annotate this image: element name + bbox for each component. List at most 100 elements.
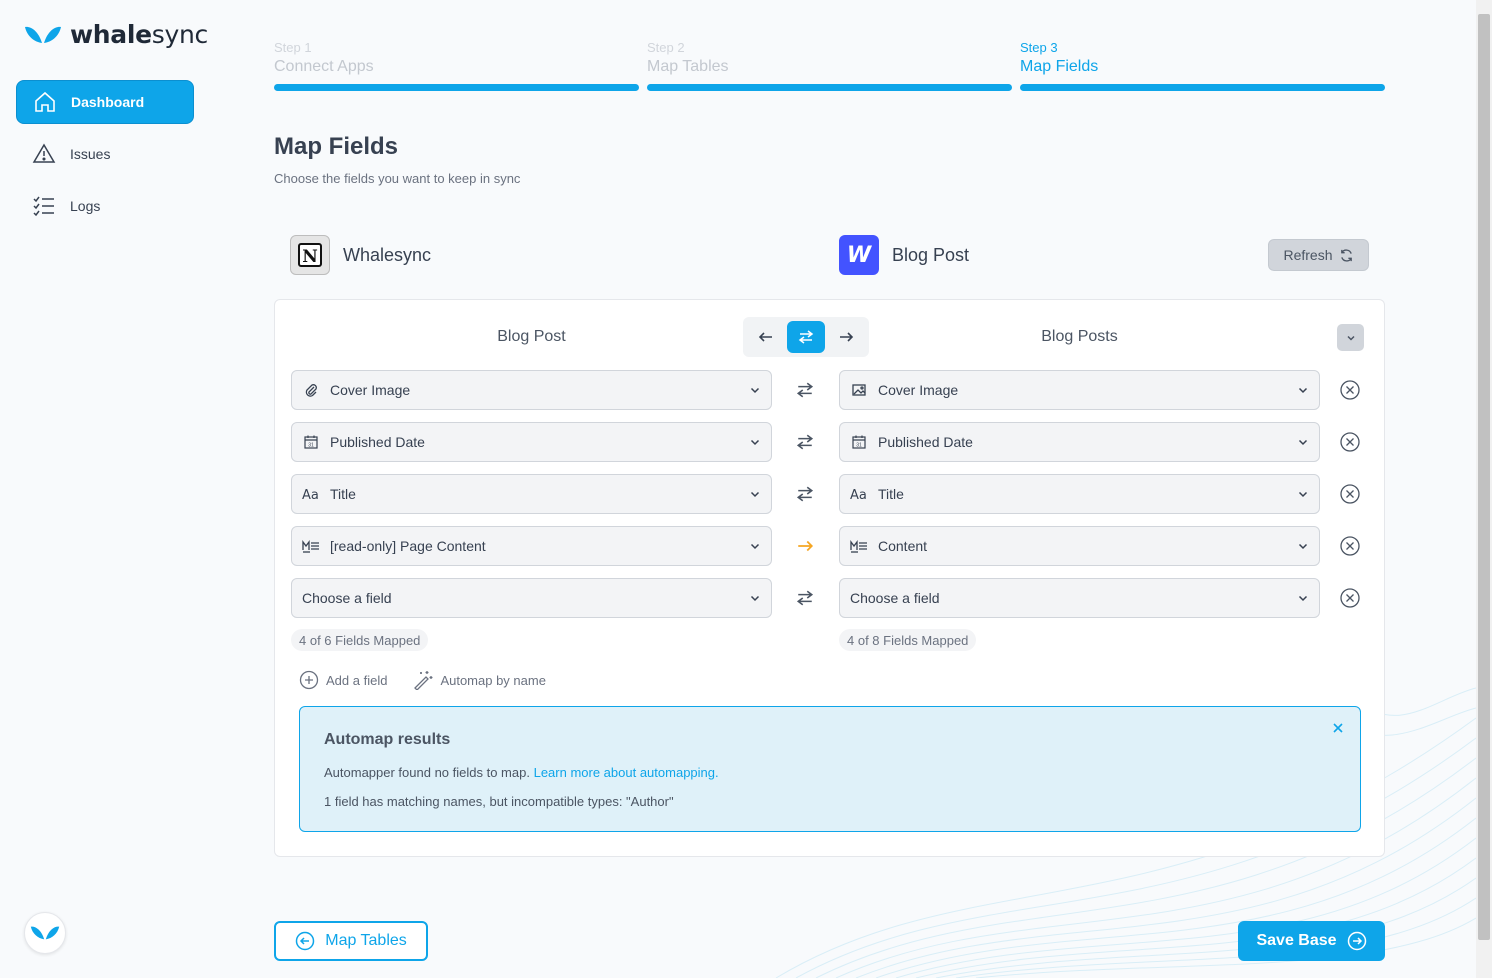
logo[interactable]: whalesync — [24, 20, 208, 49]
sync-direction-toggle — [743, 317, 869, 357]
two-way-sync-icon[interactable] — [796, 485, 814, 503]
alert-title: Automap results — [324, 731, 451, 748]
warning-icon — [32, 143, 56, 163]
save-label: Save Base — [1256, 932, 1337, 949]
step-label: Map Tables — [647, 58, 729, 75]
refresh-button[interactable]: Refresh — [1268, 239, 1369, 271]
remove-row-icon[interactable] — [1339, 379, 1361, 401]
left-field-select[interactable]: [read-only] Page Content — [291, 526, 772, 566]
arrow-left-circle-icon — [295, 931, 315, 951]
collapse-button[interactable] — [1337, 324, 1364, 351]
field-value: Published Date — [878, 434, 973, 450]
svg-text:31: 31 — [856, 443, 862, 449]
step-connect-apps[interactable]: Step 1 Connect Apps — [274, 40, 639, 91]
magic-wand-icon — [414, 671, 433, 690]
page-title: Map Fields — [274, 133, 399, 160]
whale-tail-icon — [30, 926, 60, 940]
checklist-icon — [33, 196, 54, 217]
svg-text:N: N — [302, 247, 318, 267]
close-icon[interactable] — [1332, 721, 1344, 739]
plus-circle-icon — [299, 670, 319, 690]
right-field-select[interactable]: 31 Published Date — [839, 422, 1320, 462]
chevron-down-icon — [1298, 387, 1308, 394]
chevron-down-icon — [750, 387, 760, 394]
right-app-header: W Blog Post — [839, 235, 969, 275]
left-field-select[interactable]: 31 Published Date — [291, 422, 772, 462]
sync-left-button[interactable] — [747, 321, 785, 353]
remove-row-icon[interactable] — [1339, 535, 1361, 557]
calendar-icon: 31 — [302, 433, 320, 451]
left-field-select[interactable]: Cover Image — [291, 370, 772, 410]
step-progress-bar — [274, 84, 639, 91]
right-field-select[interactable]: Cover Image — [839, 370, 1320, 410]
left-field-select[interactable]: Choose a field — [291, 578, 772, 618]
back-button[interactable]: Map Tables — [274, 921, 428, 961]
field-value: Cover Image — [878, 382, 959, 398]
two-way-sync-icon[interactable] — [796, 433, 814, 451]
chevron-down-icon — [1346, 335, 1355, 341]
left-app-header: N Whalesync — [290, 235, 431, 275]
remove-row-icon[interactable] — [1339, 483, 1361, 505]
two-way-sync-icon — [798, 330, 814, 344]
left-app-name: Whalesync — [343, 244, 432, 265]
left-mapped-count-badge: 4 of 6 Fields Mapped — [291, 629, 429, 651]
field-placeholder: Choose a field — [302, 590, 392, 606]
scrollbar-thumb[interactable] — [1478, 14, 1490, 940]
chevron-down-icon — [750, 439, 760, 446]
automap-results-alert: Automap results Automapper found no fiel… — [299, 706, 1361, 832]
svg-text:31: 31 — [308, 443, 314, 449]
field-mapping-row: Aa Title Aa Title — [291, 474, 1371, 514]
step-label: Map Fields — [1020, 58, 1099, 75]
sync-right-button[interactable] — [827, 321, 865, 353]
field-value: [read-only] Page Content — [330, 538, 486, 554]
step-number: Step 2 — [647, 40, 685, 55]
webflow-icon: W — [839, 235, 879, 275]
chevron-down-icon — [750, 491, 760, 498]
step-map-tables[interactable]: Step 2 Map Tables — [647, 40, 1012, 91]
learn-more-link[interactable]: Learn more about automapping. — [534, 765, 719, 780]
add-field-button[interactable]: Add a field — [299, 670, 387, 690]
field-value: Published Date — [330, 434, 425, 450]
sidebar-item-logs[interactable]: Logs — [16, 184, 194, 228]
help-widget-button[interactable] — [24, 912, 66, 954]
page-subtitle: Choose the fields you want to keep in sy… — [274, 171, 521, 186]
step-number: Step 3 — [1020, 40, 1058, 55]
step-map-fields[interactable]: Step 3 Map Fields — [1020, 40, 1385, 91]
step-progress-bar — [1020, 84, 1385, 91]
right-field-select[interactable]: Choose a field — [839, 578, 1320, 618]
sidebar-item-label: Dashboard — [71, 94, 145, 110]
right-field-select[interactable]: Aa Title — [839, 474, 1320, 514]
two-way-sync-icon[interactable] — [796, 381, 814, 399]
text-icon: Aa — [302, 485, 320, 503]
chevron-down-icon — [1298, 439, 1308, 446]
remove-row-icon[interactable] — [1339, 587, 1361, 609]
sidebar-item-dashboard[interactable]: Dashboard — [16, 80, 194, 124]
field-value: Title — [878, 486, 904, 502]
chevron-down-icon — [1298, 543, 1308, 550]
scrollbar[interactable] — [1476, 0, 1492, 978]
home-icon — [35, 91, 55, 112]
stepper: Step 1 Connect Apps Step 2 Map Tables St… — [274, 40, 1385, 91]
refresh-label: Refresh — [1283, 247, 1333, 263]
field-mapping-row: 31 Published Date 31 Published Date — [291, 422, 1371, 462]
step-label: Connect Apps — [274, 58, 374, 75]
step-number: Step 1 — [274, 40, 312, 55]
automap-label: Automap by name — [440, 672, 546, 688]
save-base-button[interactable]: Save Base — [1238, 921, 1385, 961]
arrow-right-circle-icon — [1347, 931, 1366, 951]
svg-text:Aa: Aa — [850, 488, 867, 501]
image-icon — [850, 381, 868, 399]
right-app-name: Blog Post — [892, 244, 970, 265]
left-field-select[interactable]: Aa Title — [291, 474, 772, 514]
right-field-select[interactable]: Content — [839, 526, 1320, 566]
chevron-down-icon — [750, 543, 760, 550]
sync-both-button[interactable] — [787, 321, 825, 353]
sidebar-item-issues[interactable]: Issues — [16, 132, 194, 176]
whale-tail-icon — [25, 26, 61, 43]
alert-detail: 1 field has matching names, but incompat… — [324, 794, 674, 809]
two-way-sync-icon[interactable] — [796, 589, 814, 607]
automap-button[interactable]: Automap by name — [413, 670, 546, 690]
one-way-sync-icon[interactable] — [796, 537, 814, 555]
remove-row-icon[interactable] — [1339, 431, 1361, 453]
field-mapping-row: Choose a field Choose a field — [291, 578, 1371, 618]
